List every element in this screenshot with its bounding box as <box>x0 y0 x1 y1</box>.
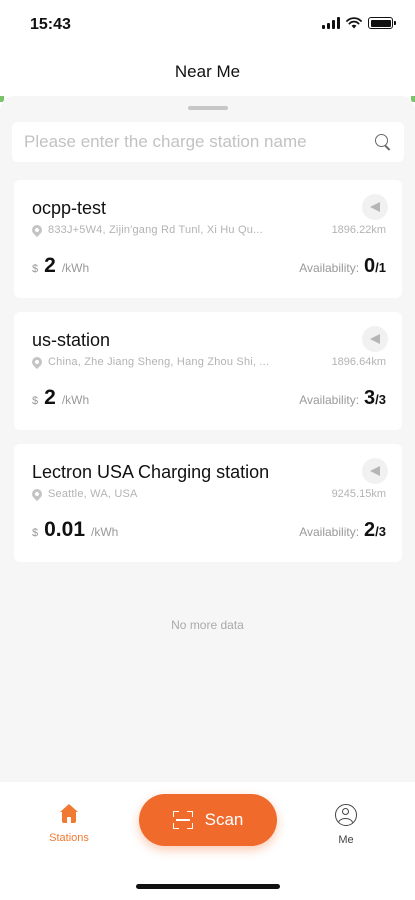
home-indicator <box>136 884 280 889</box>
station-address: China, Zhe Jiang Sheng, Hang Zhou Shi, .… <box>48 356 270 368</box>
status-icons <box>322 17 396 29</box>
search-input[interactable] <box>24 132 374 152</box>
availability-label: Availability: <box>299 525 360 539</box>
price-unit: /kWh <box>91 525 119 539</box>
navigate-arrow-icon <box>370 202 380 212</box>
drag-handle[interactable] <box>188 106 228 110</box>
station-distance: 1896.22km <box>331 224 386 236</box>
tab-stations-label: Stations <box>49 832 89 844</box>
price-unit: /kWh <box>61 261 90 275</box>
scan-icon <box>172 811 193 829</box>
navigate-button[interactable] <box>362 194 388 220</box>
currency-symbol: $ <box>32 395 39 407</box>
total-count: /3 <box>375 524 386 539</box>
availability-row: Availability: 2 /3 <box>299 519 386 542</box>
station-card[interactable]: Lectron USA Charging station Seattle, WA… <box>14 444 402 562</box>
location-pin-icon <box>29 222 45 238</box>
list-end-message: No more data <box>171 618 244 632</box>
tab-stations[interactable]: Stations <box>34 804 104 844</box>
search-icon[interactable] <box>374 133 392 151</box>
home-icon <box>59 804 79 824</box>
station-address: 833J+5W4, Zijin'gang Rd Tunl, Xi Hu Qu..… <box>48 224 263 236</box>
availability-row: Availability: 3 /3 <box>299 387 386 410</box>
price-value: 2 <box>44 386 56 409</box>
wifi-icon <box>346 17 362 29</box>
location-pin-icon <box>29 486 45 502</box>
station-distance: 9245.15km <box>331 488 386 500</box>
station-distance: 1896.64km <box>331 356 386 368</box>
station-address: Seattle, WA, USA <box>48 488 138 500</box>
cellular-signal-icon <box>322 17 340 29</box>
availability-label: Availability: <box>299 393 360 407</box>
station-card[interactable]: ocpp-test 833J+5W4, Zijin'gang Rd Tunl, … <box>14 180 402 298</box>
price-row: $ 0.01 /kWh <box>32 518 118 542</box>
price-unit: /kWh <box>61 393 90 407</box>
total-count: /1 <box>375 260 386 275</box>
station-list-sheet[interactable]: ocpp-test 833J+5W4, Zijin'gang Rd Tunl, … <box>0 96 415 782</box>
navigate-arrow-icon <box>370 334 380 344</box>
page-title: Near Me <box>174 62 241 81</box>
station-name: ocpp-test <box>32 198 107 218</box>
address-row: Seattle, WA, USA 9245.15km <box>29 486 386 502</box>
battery-icon <box>368 17 396 29</box>
available-count: 3 <box>364 387 376 409</box>
available-count: 2 <box>364 519 376 541</box>
scan-label: Scan <box>204 810 244 829</box>
availability-label: Availability: <box>299 261 360 275</box>
navigate-button[interactable] <box>362 458 388 484</box>
currency-symbol: $ <box>32 263 39 275</box>
address-row: 833J+5W4, Zijin'gang Rd Tunl, Xi Hu Qu..… <box>29 222 386 238</box>
available-count: 0 <box>364 255 376 277</box>
address-row: China, Zhe Jiang Sheng, Hang Zhou Shi, .… <box>29 354 386 370</box>
currency-symbol: $ <box>32 527 39 539</box>
scan-button[interactable]: Scan <box>139 794 277 846</box>
price-value: 0.01 <box>44 518 85 541</box>
total-count: /3 <box>375 392 386 407</box>
price-row: $ 2 /kWh <box>32 386 89 410</box>
navigate-arrow-icon <box>370 466 380 476</box>
availability-row: Availability: 0 /1 <box>299 255 386 278</box>
tab-me[interactable]: Me <box>311 804 381 846</box>
station-card[interactable]: us-station China, Zhe Jiang Sheng, Hang … <box>14 312 402 430</box>
price-row: $ 2 /kWh <box>32 254 89 278</box>
user-icon <box>335 804 357 826</box>
location-pin-icon <box>29 354 45 370</box>
station-name: us-station <box>32 330 111 350</box>
search-bar[interactable] <box>12 122 404 162</box>
nav-header: Near Me <box>0 48 415 96</box>
price-value: 2 <box>44 254 56 277</box>
status-bar: 15:43 <box>0 0 415 48</box>
station-name: Lectron USA Charging station <box>32 462 270 482</box>
status-time: 15:43 <box>30 16 71 33</box>
navigate-button[interactable] <box>362 326 388 352</box>
tab-me-label: Me <box>338 834 354 846</box>
